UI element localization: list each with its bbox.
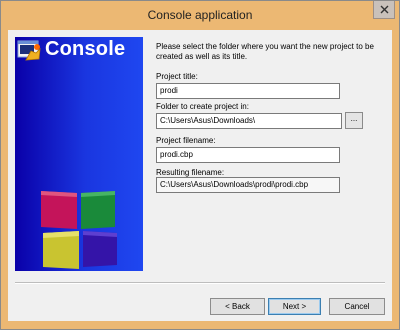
- folder-input[interactable]: C:\Users\Asus\Downloads\: [156, 113, 342, 129]
- wizard-side-panel: Console: [15, 37, 143, 271]
- project-filename-input[interactable]: prodi.cbp: [156, 147, 340, 163]
- resulting-filename-field: C:\Users\Asus\Downloads\prodi\prodi.cbp: [156, 177, 340, 193]
- instruction-text: Please select the folder where you want …: [156, 42, 374, 61]
- dialog-window: Console application Console Please selec…: [0, 0, 400, 330]
- project-filename-label: Project filename:: [156, 136, 216, 145]
- dialog-content: Console Please select the folder where y…: [8, 30, 392, 321]
- title-bar[interactable]: Console application: [1, 1, 399, 30]
- project-title-input[interactable]: prodi: [156, 83, 340, 99]
- browse-folder-button[interactable]: ...: [345, 112, 363, 129]
- project-title-label: Project title:: [156, 72, 198, 81]
- folder-label: Folder to create project in:: [156, 102, 249, 111]
- close-icon: [380, 5, 389, 14]
- console-app-icon: [17, 40, 41, 61]
- cancel-button[interactable]: Cancel: [329, 298, 385, 315]
- next-button[interactable]: Next >: [268, 298, 321, 315]
- colored-blocks-art: [41, 191, 117, 269]
- window-title: Console application: [147, 8, 253, 22]
- back-button[interactable]: < Back: [210, 298, 265, 315]
- panel-brand-text: Console: [45, 38, 126, 60]
- close-button[interactable]: [373, 1, 395, 19]
- resulting-filename-label: Resulting filename:: [156, 168, 225, 177]
- divider-line: [15, 282, 385, 284]
